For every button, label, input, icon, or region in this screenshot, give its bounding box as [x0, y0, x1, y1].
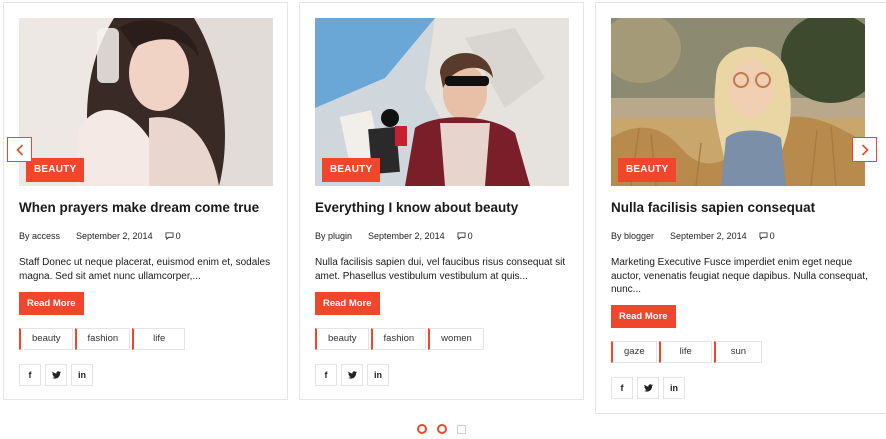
tag-beauty[interactable]: beauty: [19, 328, 73, 350]
tag-list: beauty fashion life: [19, 328, 186, 350]
tag-fashion[interactable]: fashion: [74, 328, 131, 350]
comment-count[interactable]: 0: [165, 231, 181, 241]
category-badge[interactable]: BEAUTY: [618, 158, 677, 182]
post-date: September 2, 2014: [76, 231, 153, 241]
facebook-icon[interactable]: f: [611, 377, 633, 399]
post-author[interactable]: By access: [19, 231, 60, 241]
post-card: BEAUTY When prayers make dream come true…: [3, 2, 288, 400]
comment-count-value: 0: [175, 231, 181, 241]
post-excerpt: Nulla facilisis sapien dui, vel faucibus…: [315, 257, 566, 282]
post-excerpt: Staff Donec ut neque placerat, euismod e…: [19, 257, 271, 282]
category-badge[interactable]: BEAUTY: [26, 158, 85, 182]
post-author[interactable]: By blogger: [611, 231, 654, 241]
tag-life[interactable]: life: [132, 328, 186, 350]
tag-list: beauty fashion women: [315, 328, 484, 350]
post-date: September 2, 2014: [670, 231, 747, 241]
post-meta: By access September 2, 2014 0: [19, 231, 181, 241]
comment-count-value: 0: [467, 231, 473, 241]
carousel-pagination: [417, 424, 466, 434]
comment-count-value: 0: [769, 231, 775, 241]
tag-life[interactable]: life: [658, 341, 712, 363]
tag-list: gaze life sun: [611, 341, 763, 363]
comment-icon: [457, 232, 466, 240]
pagination-dot-1[interactable]: [417, 424, 427, 434]
share-buttons: f in: [611, 377, 685, 399]
pagination-dot-3[interactable]: [457, 424, 466, 434]
post-carousel: BEAUTY When prayers make dream come true…: [0, 0, 886, 439]
carousel-prev-button[interactable]: [7, 137, 32, 162]
post-title[interactable]: Everything I know about beauty: [315, 200, 575, 215]
linkedin-icon[interactable]: in: [663, 377, 685, 399]
carousel-next-button[interactable]: [852, 137, 877, 162]
twitter-bird-icon: [347, 371, 357, 379]
post-author[interactable]: By plugin: [315, 231, 352, 241]
facebook-icon[interactable]: f: [315, 364, 337, 386]
read-more-button[interactable]: Read More: [315, 292, 380, 315]
post-meta: By blogger September 2, 2014 0: [611, 231, 775, 241]
post-meta: By plugin September 2, 2014 0: [315, 231, 473, 241]
post-title[interactable]: When prayers make dream come true: [19, 200, 279, 215]
pagination-dot-2[interactable]: [437, 424, 447, 434]
tag-beauty[interactable]: beauty: [315, 328, 369, 350]
twitter-icon[interactable]: [341, 364, 363, 386]
share-buttons: f in: [315, 364, 389, 386]
share-buttons: f in: [19, 364, 93, 386]
post-excerpt: Marketing Executive Fusce imperdiet enim…: [611, 257, 868, 295]
twitter-bird-icon: [643, 384, 653, 392]
tag-gaze[interactable]: gaze: [611, 341, 657, 363]
twitter-icon[interactable]: [637, 377, 659, 399]
post-card: BEAUTY Nulla facilisis sapien consequat …: [595, 2, 886, 414]
tag-fashion[interactable]: fashion: [370, 328, 427, 350]
chevron-right-icon: [861, 143, 869, 156]
comment-icon: [165, 232, 174, 240]
comment-count[interactable]: 0: [457, 231, 473, 241]
twitter-bird-icon: [51, 371, 61, 379]
chevron-left-icon: [15, 143, 23, 156]
post-card: BEAUTY Everything I know about beauty By…: [299, 2, 584, 400]
tag-sun[interactable]: sun: [713, 341, 763, 363]
post-date: September 2, 2014: [368, 231, 445, 241]
read-more-button[interactable]: Read More: [611, 305, 676, 328]
tag-women[interactable]: women: [428, 328, 484, 350]
read-more-button[interactable]: Read More: [19, 292, 84, 315]
post-title[interactable]: Nulla facilisis sapien consequat: [611, 200, 871, 215]
category-badge[interactable]: BEAUTY: [322, 158, 381, 182]
facebook-icon[interactable]: f: [19, 364, 41, 386]
linkedin-icon[interactable]: in: [71, 364, 93, 386]
comment-count[interactable]: 0: [759, 231, 775, 241]
twitter-icon[interactable]: [45, 364, 67, 386]
comment-icon: [759, 232, 768, 240]
linkedin-icon[interactable]: in: [367, 364, 389, 386]
